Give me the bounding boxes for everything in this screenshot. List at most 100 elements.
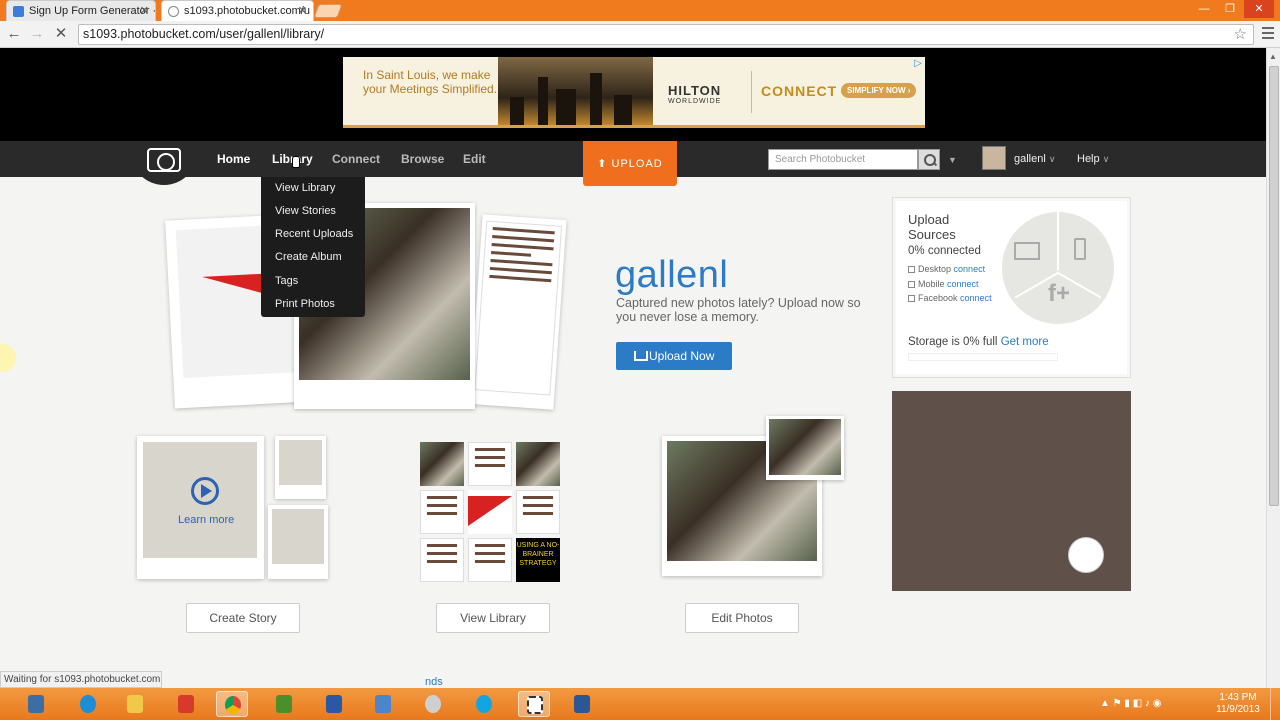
get-more-link[interactable]: Get more — [1001, 336, 1049, 348]
ad-divider — [751, 71, 752, 113]
nav-home[interactable]: Home — [217, 152, 250, 166]
menu-view-stories[interactable]: View Stories — [275, 205, 336, 217]
story-card[interactable] — [137, 436, 264, 579]
skype-icon[interactable] — [468, 691, 500, 717]
view-library-button[interactable]: View Library — [436, 603, 550, 633]
media-app-icon[interactable] — [417, 691, 449, 717]
show-desktop-button[interactable] — [1270, 688, 1280, 720]
adchoices-icon[interactable]: ▷ — [914, 58, 922, 69]
nav-browse[interactable]: Browse — [401, 152, 444, 166]
search-icon[interactable] — [918, 149, 940, 170]
edit-photo-thumb — [766, 416, 844, 480]
nav-edit[interactable]: Edit — [463, 152, 486, 166]
partial-footer-link[interactable]: nds — [425, 676, 443, 688]
hilton-ad[interactable]: In Saint Louis, we make your Meetings Si… — [343, 57, 925, 128]
library-dropdown-menu — [261, 177, 365, 317]
browser-status-bar: Waiting for s1093.photobucket.com... — [0, 671, 162, 688]
loading-icon — [168, 6, 179, 17]
menu-view-library[interactable]: View Library — [275, 182, 335, 194]
checkbox-icon[interactable] — [908, 266, 915, 273]
address-bar[interactable]: s1093.photobucket.com/user/gallenl/libra… — [78, 24, 1254, 45]
stop-icon[interactable]: ✕ — [51, 24, 71, 44]
ad-logo-badge — [1068, 537, 1104, 573]
start-button-icon[interactable] — [20, 691, 52, 717]
story-thumb-1 — [275, 436, 326, 499]
profile-username: gallenl — [615, 254, 729, 296]
nav-connect[interactable]: Connect — [332, 152, 380, 166]
story-thumb-2 — [268, 505, 328, 579]
checkbox-icon[interactable] — [908, 281, 915, 288]
hilton-logo: HILTON WORLDWIDE — [668, 83, 722, 105]
mobile-icon — [1074, 238, 1086, 260]
edit-photos-button[interactable]: Edit Photos — [685, 603, 799, 633]
ad-connect-label: CONNECT — [761, 83, 838, 99]
city-skyline-image — [498, 57, 653, 125]
ad-cta-button[interactable]: SIMPLIFY NOW › — [841, 83, 917, 98]
help-menu[interactable]: Help ∨ — [1077, 153, 1109, 165]
library-grid[interactable]: USING A NO-BRAINER STRATEGY — [420, 442, 560, 584]
menu-recent-uploads[interactable]: Recent Uploads — [275, 228, 353, 240]
search-options-chevron-icon[interactable]: ▼ — [948, 155, 957, 165]
menu-print-photos[interactable]: Print Photos — [275, 298, 335, 310]
internet-explorer-icon[interactable] — [72, 691, 104, 717]
connect-facebook-link[interactable]: connect — [960, 293, 992, 303]
minimize-icon[interactable]: — — [1192, 0, 1216, 18]
avatar[interactable] — [982, 146, 1006, 170]
document-card — [469, 214, 567, 410]
system-clock[interactable]: 1:43 PM 11/9/2013 — [1214, 692, 1262, 716]
storage-progress-bar — [908, 353, 1058, 361]
url-text: s1093.photobucket.com/user/gallenl/libra… — [83, 27, 325, 41]
tab-photobucket[interactable]: s1093.photobucket.com/u ✕ — [161, 0, 314, 21]
cursor-highlight — [0, 344, 16, 372]
display-app-icon[interactable] — [318, 691, 350, 717]
word-icon[interactable] — [566, 691, 598, 717]
strategy-thumb: USING A NO-BRAINER STRATEGY — [516, 538, 560, 582]
connected-percent: 0% connected — [908, 245, 981, 257]
app-icon[interactable] — [170, 691, 202, 717]
close-tab-icon[interactable]: ✕ — [140, 1, 149, 21]
profile-tagline: Captured new photos lately? Upload now s… — [616, 296, 861, 324]
learn-more-link[interactable]: Learn more — [178, 514, 234, 526]
tab-title: s1093.photobucket.com/u — [184, 5, 310, 17]
source-facebook: Facebook connect — [908, 293, 992, 303]
menu-tags[interactable]: Tags — [275, 275, 298, 287]
maximize-icon[interactable]: ❐ — [1218, 0, 1242, 18]
user-menu[interactable]: gallenl ∨ — [1014, 153, 1055, 165]
page-scrollbar[interactable]: ▲ — [1266, 48, 1280, 688]
source-mobile: Mobile connect — [908, 279, 979, 289]
photobucket-logo-icon[interactable] — [147, 148, 181, 172]
tab-sign-up-form[interactable]: Sign Up Form Generator · ✕ — [6, 0, 156, 21]
snipping-tool-icon[interactable] — [518, 691, 550, 717]
menu-create-album[interactable]: Create Album — [275, 251, 342, 263]
tab-title: Sign Up Form Generator · — [29, 5, 156, 17]
site-favicon-icon — [13, 6, 24, 17]
chrome-icon[interactable] — [216, 691, 248, 717]
back-icon[interactable]: ← — [4, 24, 24, 44]
network-app-icon[interactable] — [367, 691, 399, 717]
tray-icons[interactable]: ▲ ⚑ ▮ ◧ ♪ ◉ — [1100, 698, 1161, 709]
connect-mobile-link[interactable]: connect — [947, 279, 979, 289]
sources-title-line1: Upload — [908, 212, 950, 227]
storage-status: Storage is 0% full Get more — [908, 336, 1049, 348]
search-input[interactable]: Search Photobucket — [768, 149, 918, 170]
forward-icon[interactable]: → — [27, 24, 47, 44]
play-icon[interactable] — [191, 477, 219, 505]
scrollbar-thumb[interactable] — [1269, 66, 1279, 506]
close-tab-icon[interactable]: ✕ — [298, 1, 307, 21]
bookmark-star-icon[interactable]: ☆ — [1234, 25, 1247, 44]
upload-now-button[interactable]: Upload Now — [616, 342, 732, 370]
scroll-up-icon[interactable]: ▲ — [1269, 52, 1277, 61]
sidebar-ad[interactable] — [892, 391, 1131, 591]
chrome-menu-icon[interactable] — [1262, 27, 1274, 41]
create-story-button[interactable]: Create Story — [186, 603, 300, 633]
checkbox-icon[interactable] — [908, 295, 915, 302]
file-explorer-icon[interactable] — [119, 691, 151, 717]
connect-desktop-link[interactable]: connect — [954, 264, 986, 274]
word-app-icon[interactable] — [268, 691, 300, 717]
facebook-icon: f+ — [1048, 280, 1071, 307]
close-window-icon[interactable]: ✕ — [1244, 0, 1274, 18]
mouse-cursor-icon — [292, 156, 300, 168]
upload-button[interactable]: ⬆ UPLOAD — [583, 141, 677, 186]
source-desktop: Desktop connect — [908, 264, 985, 274]
desktop-icon — [1014, 242, 1040, 260]
